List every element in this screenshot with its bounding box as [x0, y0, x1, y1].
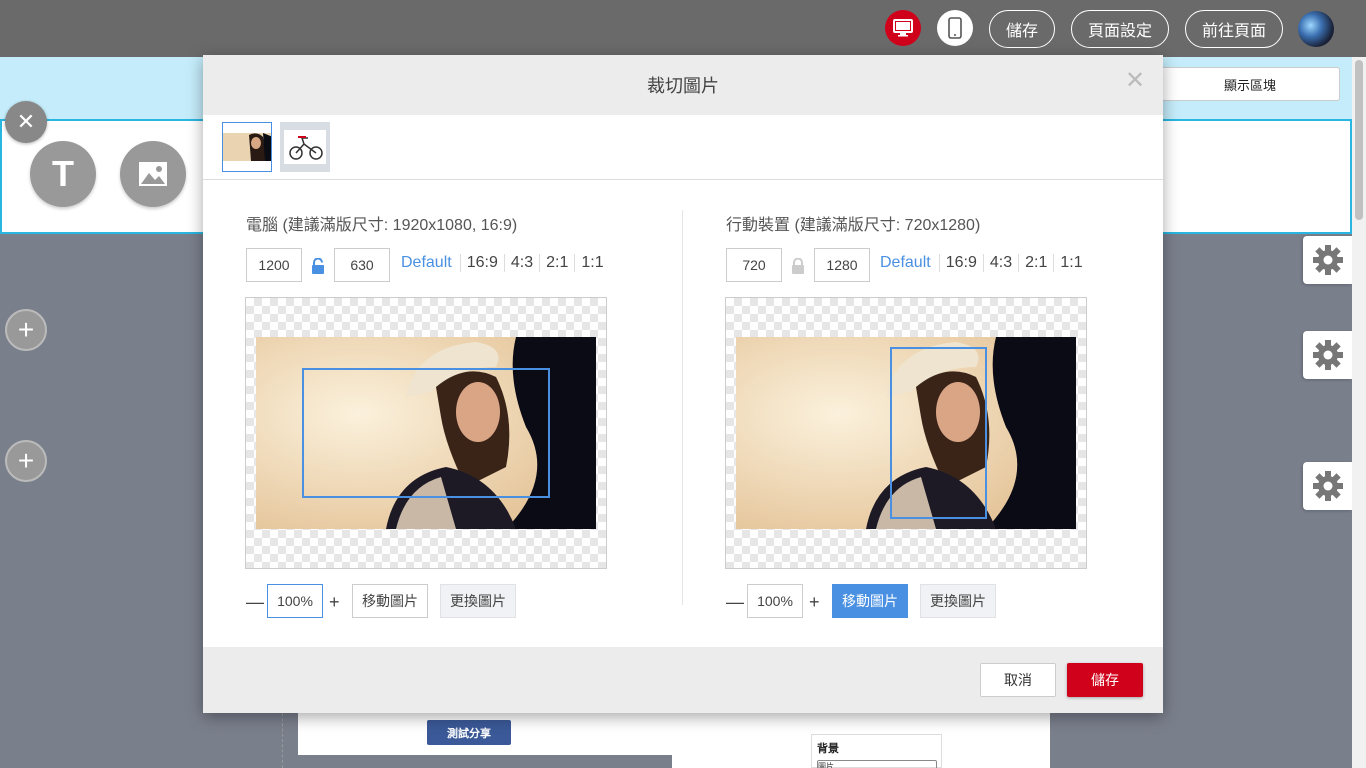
unlock-icon[interactable] — [311, 258, 325, 274]
photo-thumbnail — [223, 123, 271, 171]
desktop-move-image-button[interactable]: 移動圖片 — [352, 584, 428, 618]
section-settings-button[interactable] — [1303, 331, 1352, 379]
ratio-1-1[interactable]: 1:1 — [574, 254, 609, 272]
ratio-4-3[interactable]: 4:3 — [503, 254, 539, 272]
lock-icon[interactable] — [791, 258, 805, 274]
mobile-move-image-button[interactable]: 移動圖片 — [832, 584, 908, 618]
thumbnail-row — [203, 115, 1163, 180]
text-icon: T — [52, 153, 74, 194]
ratio-default[interactable]: Default — [401, 254, 460, 272]
image-icon — [139, 162, 167, 186]
mobile-view-button[interactable] — [937, 10, 973, 46]
mobile-width-input[interactable]: 720 — [726, 248, 782, 282]
top-save-button[interactable]: 儲存 — [989, 10, 1055, 48]
panel-divider — [682, 210, 683, 605]
add-section-button[interactable]: + — [5, 440, 47, 482]
go-to-page-button[interactable]: 前往頁面 — [1185, 10, 1283, 48]
image-thumbnail[interactable] — [280, 122, 330, 172]
ratio-4-3[interactable]: 4:3 — [982, 254, 1018, 272]
bike-thumbnail — [284, 130, 326, 164]
test-share-button[interactable]: 測試分享 — [427, 720, 511, 745]
desktop-view-button[interactable] — [885, 10, 921, 46]
gear-icon — [1312, 340, 1343, 370]
save-button[interactable]: 儲存 — [1067, 663, 1143, 697]
desktop-height-input[interactable]: 630 — [334, 248, 390, 282]
zoom-in-button[interactable]: + — [809, 592, 820, 613]
background-select[interactable]: 圖片 — [817, 760, 937, 768]
close-block-button[interactable]: ✕ — [5, 101, 47, 143]
crop-selection-box[interactable] — [890, 347, 987, 519]
mobile-icon — [948, 17, 962, 39]
image-thumbnail[interactable] — [222, 122, 272, 172]
ratio-1-1[interactable]: 1:1 — [1053, 254, 1088, 272]
avatar[interactable] — [1298, 11, 1334, 47]
ratio-16-9[interactable]: 16:9 — [938, 254, 983, 272]
section-settings-button[interactable] — [1303, 236, 1352, 284]
ratio-default[interactable]: Default — [880, 254, 939, 272]
zoom-out-button[interactable]: — — [246, 592, 264, 613]
mobile-zoom-input[interactable]: 100% — [747, 584, 803, 618]
desktop-replace-image-button[interactable]: 更換圖片 — [440, 584, 516, 618]
cancel-button[interactable]: 取消 — [980, 663, 1056, 697]
scrollbar-thumb[interactable] — [1355, 60, 1363, 220]
ratio-2-1[interactable]: 2:1 — [1018, 254, 1053, 272]
desktop-crop-canvas[interactable] — [245, 297, 607, 569]
ratio-2-1[interactable]: 2:1 — [539, 254, 574, 272]
desktop-width-input[interactable]: 1200 — [246, 248, 302, 282]
desktop-icon — [893, 19, 913, 37]
add-text-button[interactable]: T — [30, 141, 96, 207]
add-image-button[interactable] — [120, 141, 186, 207]
section-settings-button[interactable] — [1303, 462, 1352, 510]
desktop-zoom-input[interactable]: 100% — [267, 584, 323, 618]
ratio-16-9[interactable]: 16:9 — [459, 254, 504, 272]
close-icon: ✕ — [16, 109, 36, 134]
add-section-button[interactable]: + — [5, 309, 47, 351]
background-label: 背景 — [817, 743, 839, 755]
modal-footer: 取消 儲存 — [203, 647, 1163, 713]
zoom-out-button[interactable]: — — [726, 592, 744, 613]
plus-icon: + — [17, 445, 35, 476]
close-icon[interactable]: ✕ — [1123, 65, 1147, 95]
modal-title: 裁切圖片 — [203, 55, 1163, 115]
mobile-replace-image-button[interactable]: 更換圖片 — [920, 584, 996, 618]
desktop-ratio-options: Default 16:9 4:3 2:1 1:1 — [401, 254, 610, 272]
mobile-ratio-options: Default 16:9 4:3 2:1 1:1 — [880, 254, 1089, 272]
mobile-panel-title: 行動裝置 (建議滿版尺寸: 720x1280) — [726, 217, 981, 234]
page-settings-button[interactable]: 頁面設定 — [1071, 10, 1169, 48]
mobile-crop-canvas[interactable] — [725, 297, 1087, 569]
zoom-in-button[interactable]: + — [329, 592, 340, 613]
plus-icon: + — [17, 314, 35, 345]
crop-image-modal: 裁切圖片 ✕ 電腦 (建議滿版尺寸: 1920x1080, 16:9) 1200 — [203, 55, 1163, 713]
show-block-button[interactable]: 顯示區塊 — [1160, 67, 1340, 101]
gear-icon — [1312, 245, 1343, 275]
desktop-panel-title: 電腦 (建議滿版尺寸: 1920x1080, 16:9) — [246, 217, 518, 234]
crop-selection-box[interactable] — [302, 368, 550, 498]
divider — [282, 713, 283, 768]
gear-icon — [1312, 471, 1343, 501]
mobile-height-input[interactable]: 1280 — [814, 248, 870, 282]
